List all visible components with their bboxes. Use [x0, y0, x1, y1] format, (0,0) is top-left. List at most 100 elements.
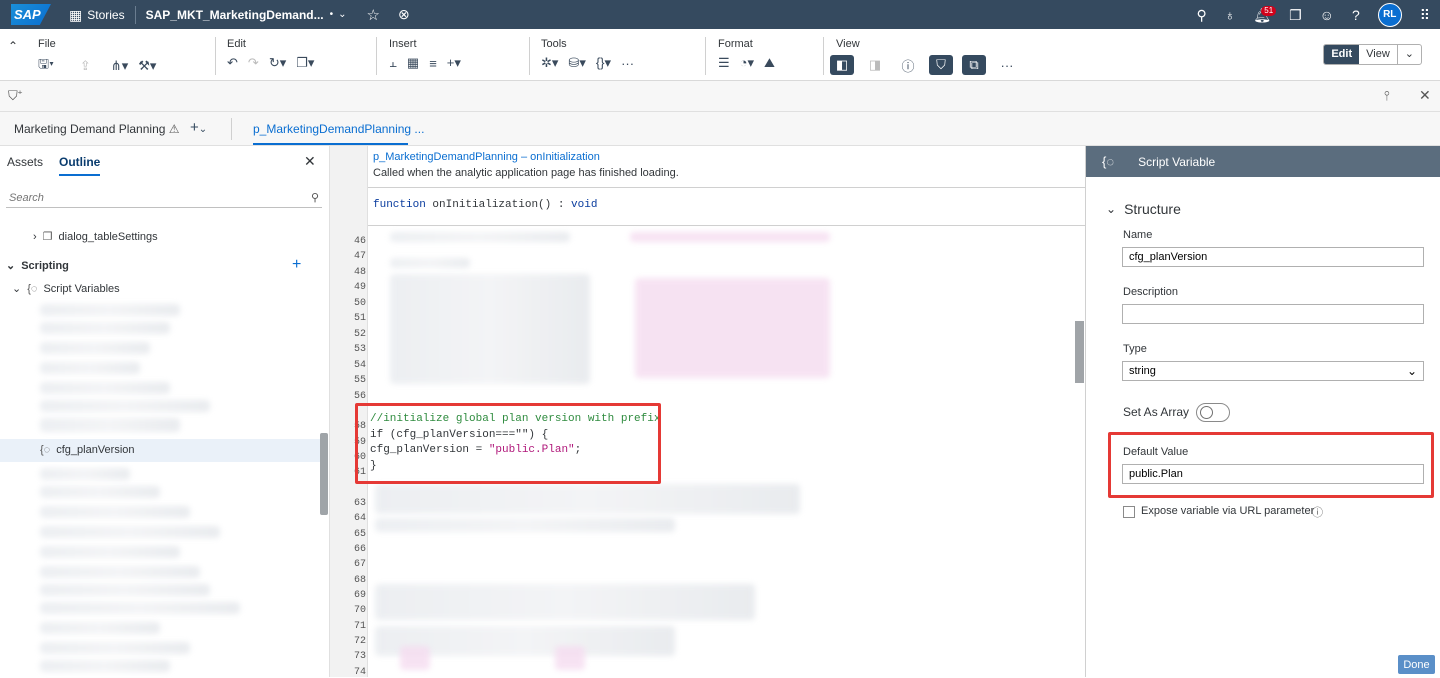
chart-icon[interactable]: ⫠: [389, 55, 397, 71]
notification-bell-icon[interactable]: 🔔︎51: [1253, 5, 1277, 22]
tree-item-script-variables[interactable]: ⌄ {◌ Script Variables: [12, 282, 120, 296]
search-field[interactable]: ⚲: [6, 188, 322, 208]
highlight-box-default-value: [1108, 432, 1434, 498]
add-script-icon[interactable]: +: [292, 256, 301, 274]
tabs-bar: Marketing Demand Planning ⚠ +⌄ p_Marketi…: [0, 112, 1440, 146]
copy-icon[interactable]: ❐▾: [296, 55, 314, 71]
tab-script[interactable]: p_MarketingDemandPlanning ...: [253, 122, 424, 136]
script-variable-icon: {◌: [27, 282, 38, 295]
tab-assets[interactable]: Assets: [7, 155, 43, 176]
name-label: Name: [1123, 229, 1153, 241]
tree-item-cfg-planversion[interactable]: {◌ cfg_planVersion: [40, 444, 135, 456]
insert-group: Insert ⫠ ▦ ≡ +▾: [389, 38, 461, 71]
search-icon[interactable]: ⚲: [1197, 8, 1207, 22]
notification-badge: 51: [1261, 5, 1277, 16]
chevron-down-icon[interactable]: ⌄: [338, 9, 346, 20]
sap-logo[interactable]: SAP: [11, 4, 51, 25]
name-field[interactable]: [1122, 247, 1424, 267]
share-icon[interactable]: ⋔▾: [111, 58, 128, 74]
script-braces-icon[interactable]: {}▾: [596, 55, 611, 71]
info-icon[interactable]: ⓘ: [896, 55, 920, 75]
chevron-down-icon[interactable]: ⌄: [12, 282, 21, 295]
stories-link[interactable]: ▦ Stories: [69, 8, 125, 22]
search-input[interactable]: [9, 191, 289, 204]
search-icon[interactable]: ⚲: [311, 191, 319, 204]
avatar[interactable]: RL: [1377, 2, 1402, 27]
function-signature: function onInitialization() : void: [373, 199, 597, 211]
add-filter-icon[interactable]: ⛉⁺: [8, 88, 22, 104]
info-icon[interactable]: ⓘ: [1312, 504, 1323, 520]
filter-settings-icon[interactable]: ⫯: [1384, 88, 1390, 104]
collapse-toolbar-icon[interactable]: ⌃: [8, 39, 18, 53]
line-number: 63: [353, 498, 366, 509]
outline-panel: Assets Outline ✕ ⚲ › ❐ dialog_tableSetti…: [0, 146, 337, 677]
preview-icon[interactable]: ⧉: [962, 55, 986, 75]
blurred-item: [40, 506, 190, 518]
close-icon[interactable]: ✕: [1419, 87, 1431, 104]
data-icon[interactable]: ⛁▾: [568, 55, 585, 71]
view-mode-button[interactable]: View: [1359, 45, 1397, 64]
line-number: 46: [353, 236, 366, 247]
done-button[interactable]: Done: [1398, 655, 1435, 674]
line-number: 65: [353, 529, 366, 540]
add-icon[interactable]: +▾: [447, 55, 461, 71]
line-number: 50: [353, 298, 366, 309]
document-title[interactable]: SAP_MKT_MarketingDemand...: [146, 8, 324, 22]
left-panel-toggle-icon[interactable]: ◧: [830, 55, 854, 75]
blurred-item: [40, 418, 180, 432]
more-icon[interactable]: ···: [621, 56, 634, 71]
description-field[interactable]: [1122, 304, 1424, 324]
tree-item-dialog[interactable]: › ❐ dialog_tableSettings: [33, 230, 158, 244]
close-circle-icon[interactable]: ⊗: [398, 6, 410, 23]
tab-outline[interactable]: Outline: [59, 155, 101, 176]
scrollbar[interactable]: [320, 433, 328, 515]
tree-section-scripting[interactable]: ⌄ Scripting: [6, 259, 69, 273]
tab-page[interactable]: Marketing Demand Planning ⚠: [14, 122, 180, 136]
type-select[interactable]: string ⌄: [1122, 361, 1424, 381]
set-as-array-toggle[interactable]: [1196, 403, 1230, 422]
blurred-item: [40, 584, 210, 596]
panel-header: {◌ Script Variable: [1086, 146, 1440, 177]
tools-icon[interactable]: ⚒▾: [138, 58, 156, 74]
blurred-item: [40, 546, 180, 558]
insert-label: Insert: [389, 38, 417, 50]
close-icon[interactable]: ✕: [304, 153, 316, 170]
line-number: 70: [353, 605, 366, 616]
css-icon[interactable]: ⛰: [764, 55, 775, 71]
undo-icon[interactable]: ↶: [227, 55, 238, 71]
apps-grid-icon[interactable]: ⠿: [1420, 8, 1430, 22]
editor-scrollbar[interactable]: [1075, 321, 1084, 383]
edit-mode-button[interactable]: Edit: [1324, 45, 1360, 64]
input-control-icon[interactable]: ≡: [429, 56, 437, 71]
structure-label: Structure: [1124, 201, 1181, 217]
expose-url-checkbox[interactable]: [1123, 506, 1135, 518]
script-title: p_MarketingDemandPlanning – onInitializa…: [373, 151, 600, 163]
feedback-icon[interactable]: ☺: [1320, 8, 1334, 22]
save-icon[interactable]: 🖫︎▾: [38, 55, 54, 77]
warning-icon: ⚠: [168, 122, 180, 136]
format-painter-icon[interactable]: ☰: [718, 55, 730, 71]
star-icon[interactable]: ☆: [367, 6, 380, 24]
lightbulb-icon[interactable]: ♁: [1225, 8, 1236, 22]
chevron-down-icon[interactable]: ⌄: [1407, 364, 1417, 378]
chevron-right-icon[interactable]: ›: [33, 231, 37, 243]
theme-icon[interactable]: ◔▾: [740, 55, 754, 71]
blurred-code: [390, 258, 470, 268]
format-label: Format: [718, 38, 753, 50]
calculation-icon[interactable]: ✲▾: [541, 55, 558, 71]
help-icon[interactable]: ?: [1352, 8, 1360, 22]
table-icon[interactable]: ▦: [407, 55, 419, 71]
add-page-icon[interactable]: +⌄: [190, 119, 207, 136]
blurred-item: [40, 362, 140, 374]
line-number: 47: [353, 251, 366, 262]
filter-icon[interactable]: ⛉: [929, 55, 953, 75]
chevron-down-icon[interactable]: ⌄: [1396, 45, 1421, 64]
tree-item-label: cfg_planVersion: [56, 444, 135, 456]
discussion-icon[interactable]: ❐: [1289, 8, 1302, 22]
chevron-down-icon[interactable]: ⌄: [1106, 202, 1116, 216]
chevron-down-icon[interactable]: ⌄: [6, 259, 15, 272]
structure-section[interactable]: ⌄ Structure: [1106, 201, 1181, 217]
more-view-icon[interactable]: ···: [995, 55, 1019, 75]
blurred-code: [635, 278, 830, 378]
refresh-icon[interactable]: ↻▾: [269, 55, 286, 71]
